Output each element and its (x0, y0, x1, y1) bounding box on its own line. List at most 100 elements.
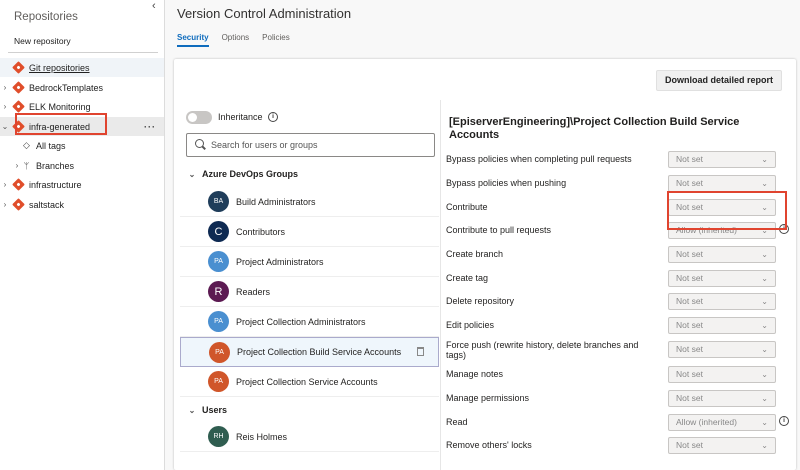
permission-label: Manage notes (446, 369, 504, 379)
identity-row[interactable]: PA Project Administrators (180, 247, 439, 277)
permission-value: Not set (676, 154, 703, 164)
identity-row[interactable]: PA Project Collection Build Service Accou… (180, 337, 439, 367)
avatar: RH (208, 426, 229, 447)
permission-select[interactable]: Not set ⌄ (668, 366, 776, 383)
chevron-down-icon: ⌄ (761, 297, 768, 306)
inheritance-toggle[interactable] (186, 111, 212, 124)
groups-header[interactable]: ⌄ Azure DevOps Groups (182, 164, 437, 184)
search-box[interactable] (186, 133, 435, 157)
permission-value: Not set (676, 178, 703, 188)
permission-select[interactable]: Not set ⌄ (668, 317, 776, 334)
users-header-label: Users (202, 405, 228, 415)
chevron-down-icon: ⌄ (761, 250, 768, 259)
column-divider (440, 100, 441, 470)
chevron-right-icon[interactable]: › (0, 83, 10, 92)
avatar: PA (209, 341, 230, 363)
permission-select[interactable]: Not set ⌄ (668, 293, 776, 310)
permission-select[interactable]: Not set ⌄ (668, 390, 776, 407)
permission-select[interactable]: Not set ⌄ (668, 341, 776, 358)
delete-icon[interactable] (417, 347, 424, 356)
info-icon[interactable]: i (268, 112, 278, 122)
chevron-down-icon[interactable]: ⌄ (0, 122, 10, 131)
permission-select[interactable]: Not set ⌄ (668, 270, 776, 287)
avatar: PA (208, 251, 229, 272)
identity-row[interactable]: RH Reis Holmes (180, 422, 439, 452)
identity-row[interactable]: C Contributors (180, 217, 439, 247)
chevron-down-icon: ⌄ (761, 321, 768, 330)
permission-select[interactable]: Not set ⌄ (668, 151, 776, 168)
permission-select[interactable]: Not set ⌄ (668, 246, 776, 263)
tree-item-infrastructure[interactable]: › infrastructure (0, 175, 164, 194)
permission-row: Create branch Not set ⌄ (446, 246, 791, 268)
permission-label: Create tag (446, 273, 489, 283)
download-report-button[interactable]: Download detailed report (656, 70, 782, 91)
tab-security[interactable]: Security (177, 33, 209, 47)
tree-item-label: BedrockTemplates (29, 82, 104, 93)
permission-row: Edit policies Not set ⌄ (446, 317, 791, 339)
identity-name: Reis Holmes (236, 431, 288, 442)
tree-item-branches[interactable]: › ᛘ Branches (0, 156, 164, 175)
permission-label: Manage permissions (446, 393, 530, 403)
chevron-down-icon: ⌄ (761, 155, 768, 164)
inheritance-label: Inheritance (218, 112, 263, 122)
chevron-down-icon[interactable]: ⌄ (182, 406, 202, 415)
branch-icon: ᛘ (23, 160, 30, 171)
tree-item-all-tags[interactable]: ◇ All tags (0, 136, 164, 155)
permission-label: Edit policies (446, 320, 495, 330)
identity-row[interactable]: BA Build Administrators (180, 187, 439, 217)
users-header[interactable]: ⌄ Users (182, 400, 437, 420)
permission-value: Not set (676, 440, 703, 450)
git-icon (12, 61, 25, 74)
git-icon (12, 81, 25, 94)
tab-options[interactable]: Options (222, 33, 250, 42)
info-icon[interactable]: i (779, 416, 789, 426)
new-repository-link[interactable]: New repository (14, 36, 71, 46)
permission-select[interactable]: Not set ⌄ (668, 175, 776, 192)
tree-item-label: saltstack (29, 199, 65, 210)
more-options-icon[interactable]: ··· (144, 122, 156, 132)
identity-row[interactable]: PA Project Collection Administrators (180, 307, 439, 337)
identity-row[interactable]: PA Project Collection Service Accounts (180, 367, 439, 397)
chevron-left-icon[interactable]: ‹ (152, 0, 156, 12)
permission-label: Create branch (446, 249, 504, 259)
permission-label: Contribute (446, 202, 488, 212)
search-input[interactable] (211, 138, 426, 152)
identity-name: Project Collection Build Service Account… (237, 347, 402, 357)
permission-value: Not set (676, 393, 703, 403)
chevron-right-icon[interactable]: › (0, 180, 10, 189)
chevron-right-icon[interactable]: › (12, 161, 22, 170)
permission-row: Read Allow (inherited) ⌄ i (446, 414, 791, 436)
chevron-down-icon: ⌄ (761, 274, 768, 283)
tree-item-git-repositories[interactable]: Git repositories (0, 58, 164, 77)
permission-label: Read (446, 417, 468, 427)
git-icon (12, 100, 25, 113)
tree-item-saltstack[interactable]: › saltstack (0, 195, 164, 214)
page-title: Version Control Administration (177, 6, 352, 21)
permission-select[interactable]: Not set ⌄ (668, 437, 776, 454)
avatar: PA (208, 311, 229, 332)
chevron-right-icon[interactable]: › (0, 200, 10, 209)
highlight-box (667, 191, 787, 230)
permissions-title: [EpiserverEngineering]\Project Collectio… (449, 116, 740, 141)
identity-row[interactable]: R Readers (180, 277, 439, 307)
identity-name: Project Collection Administrators (236, 316, 366, 327)
permission-value: Not set (676, 369, 703, 379)
tree-item-label: Git repositories (29, 62, 90, 73)
permission-value: Not set (676, 320, 703, 330)
tree-item-bedrocktemplates[interactable]: › BedrockTemplates (0, 78, 164, 97)
chevron-down-icon[interactable]: ⌄ (182, 170, 202, 179)
identity-name: Readers (236, 286, 271, 297)
divider (8, 52, 158, 53)
tab-bar: Security Options Policies (177, 33, 290, 47)
permission-label: Bypass policies when completing pull req… (446, 154, 632, 164)
search-icon (195, 139, 204, 148)
chevron-down-icon: ⌄ (761, 345, 768, 354)
permission-select[interactable]: Allow (inherited) ⌄ (668, 414, 776, 431)
permission-value: Allow (inherited) (676, 417, 737, 427)
repositories-sidebar: Repositories ‹ New repository Git reposi… (0, 0, 165, 470)
permission-label: Delete repository (446, 296, 515, 306)
tab-policies[interactable]: Policies (262, 33, 290, 42)
chevron-right-icon[interactable]: › (0, 102, 10, 111)
chevron-down-icon: ⌄ (761, 418, 768, 427)
permission-value: Not set (676, 296, 703, 306)
